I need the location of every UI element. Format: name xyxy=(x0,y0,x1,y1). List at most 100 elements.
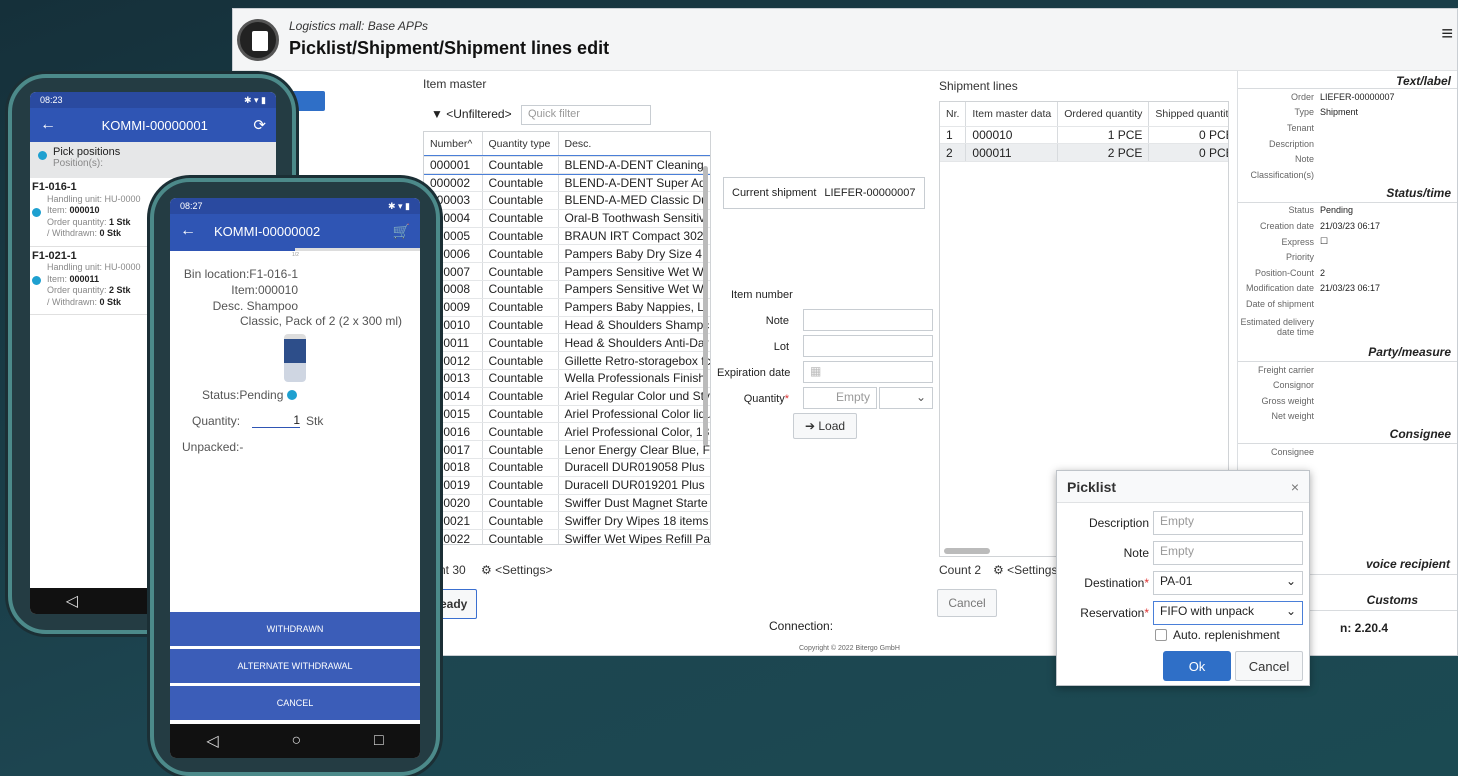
destination-label: Destination* xyxy=(1084,576,1149,590)
back-arrow-icon[interactable]: ← xyxy=(180,222,196,240)
destination-select[interactable]: PA-01 ⌄ xyxy=(1153,571,1303,595)
table-cell: Lenor Energy Clear Blue, F xyxy=(558,440,710,460)
back-nav-icon[interactable]: ◁ xyxy=(206,731,218,751)
back-arrow-icon[interactable]: ← xyxy=(40,116,56,134)
table-row[interactable]: 000014 Countable Ariel Regular Color und S… xyxy=(424,387,710,406)
item-number: Item:000010 xyxy=(231,283,298,297)
table-cell: Pampers Sensitive Wet Wi xyxy=(558,262,710,282)
lot-input[interactable] xyxy=(803,335,933,357)
pick-positions-header[interactable]: Pick positions Position(s): xyxy=(30,142,276,178)
table-row[interactable]: 000013 Countable Wella Professionals Finis… xyxy=(424,369,710,388)
table-row[interactable]: 000020 Countable Swiffer Dust Magnet Start… xyxy=(424,494,710,513)
alternate-withdrawal-button[interactable]: ALTERNATE WITHDRAWAL xyxy=(170,649,420,683)
detail-row: Modification date 21/03/23 06:17 xyxy=(1238,281,1457,297)
ok-button[interactable]: Ok xyxy=(1163,651,1231,681)
cancel-button[interactable]: Cancel xyxy=(937,589,997,617)
column-header-ordered-quantity[interactable]: Ordered quantity xyxy=(1057,102,1150,127)
table-row[interactable]: 000011 Countable Head & Shoulders Anti-Dar xyxy=(424,333,710,353)
auto-replenishment-checkbox[interactable] xyxy=(1155,629,1167,641)
table-row[interactable]: 000016 Countable Ariel Professional Color,… xyxy=(424,422,710,442)
withdrawn-button[interactable]: WITHDRAWN xyxy=(170,612,420,646)
table-row[interactable]: 000010 Countable Head & Shoulders Shampc xyxy=(424,316,710,335)
column-header-number[interactable]: Number^ xyxy=(424,132,483,157)
section-title: Text/label xyxy=(1238,71,1457,89)
back-nav-icon[interactable]: ◁ xyxy=(66,591,78,611)
filter-dropdown[interactable]: ▼ <Unfiltered> xyxy=(431,107,512,121)
column-header-shipped-quantity[interactable]: Shipped quantity xyxy=(1148,102,1228,127)
table-row[interactable]: 20000112 PCE0 PCE xyxy=(940,143,1228,163)
dialog-title: Picklist xyxy=(1067,479,1117,495)
table-cell: 000011 xyxy=(965,143,1059,163)
scrollbar[interactable] xyxy=(703,166,708,446)
table-cell: Pampers Baby Dry Size 4 I xyxy=(558,244,710,264)
order-quantity-row: Order quantity: 1 Stk xyxy=(47,216,131,227)
calendar-icon[interactable]: ▦ xyxy=(810,364,821,378)
table-row[interactable]: 000004 Countable Oral-B Toothwash Sensitiv xyxy=(424,209,710,228)
detail-row: Gross weight xyxy=(1238,393,1457,409)
column-header-quantity-type[interactable]: Quantity type xyxy=(482,132,559,157)
cart-icon[interactable]: 🛒 xyxy=(393,223,410,240)
quantity-input[interactable]: 1 xyxy=(252,410,300,428)
table-row[interactable]: 000005 Countable BRAUN IRT Compact 302( xyxy=(424,227,710,246)
reservation-select[interactable]: FIFO with unpack ⌄ xyxy=(1153,601,1303,625)
detail-value: 21/03/23 06:17 xyxy=(1320,220,1381,231)
column-header-desc[interactable]: Desc. xyxy=(558,132,710,157)
table-row[interactable]: 000017 Countable Lenor Energy Clear Blue, … xyxy=(424,440,710,460)
table-row[interactable]: 000008 Countable Pampers Sensitive Wet Wi xyxy=(424,280,710,299)
column-header-nr[interactable]: Nr. xyxy=(940,102,967,127)
table-row[interactable]: 000003 Countable BLEND-A-MED Classic Du xyxy=(424,191,710,210)
hamburger-menu-icon[interactable]: ≡ xyxy=(1441,23,1453,46)
unit-select[interactable]: ⌄ xyxy=(879,387,933,409)
table-row[interactable]: 000018 Countable Duracell DUR019058 Plus xyxy=(424,458,710,477)
horizontal-scrollbar[interactable] xyxy=(944,548,990,554)
table-row[interactable]: 10000101 PCE0 PCE xyxy=(940,126,1228,145)
table-row[interactable]: 000007 Countable Pampers Sensitive Wet Wi xyxy=(424,262,710,282)
close-icon[interactable]: × xyxy=(1291,479,1299,495)
status-bar: 08:23 ✱ ▾ ▮ xyxy=(30,92,276,108)
cancel-button[interactable]: CANCEL xyxy=(170,686,420,720)
table-row[interactable]: 000006 Countable Pampers Baby Dry Size 4 I xyxy=(424,244,710,264)
table-cell: Countable xyxy=(482,458,559,477)
description: Desc. Shampoo xyxy=(212,299,298,313)
arrow-right-icon: ➔ xyxy=(804,419,819,433)
description-input[interactable]: Empty xyxy=(1153,511,1303,535)
home-nav-icon[interactable]: ○ xyxy=(291,732,301,750)
note-input[interactable] xyxy=(803,309,933,331)
table-cell: Pampers Sensitive Wet Wi xyxy=(558,280,710,299)
table-row[interactable]: 000001 Countable BLEND-A-DENT Cleaning xyxy=(424,155,710,175)
table-row[interactable]: 000012 Countable Gillette Retro-storagebox… xyxy=(424,351,710,371)
reservation-label: Reservation* xyxy=(1080,606,1149,620)
recent-nav-icon[interactable]: □ xyxy=(374,732,384,750)
table-row[interactable]: 000002 Countable BLEND-A-DENT Super Adl xyxy=(424,173,710,193)
note-input[interactable]: Empty xyxy=(1153,541,1303,565)
table-cell: Countable xyxy=(482,298,559,317)
detail-key: Date of shipment xyxy=(1245,298,1314,309)
table-row[interactable]: 000022 Countable Swiffer Wet Wipes Refill … xyxy=(424,529,710,544)
table-row[interactable]: 000019 Countable Duracell DUR019201 Plus xyxy=(424,476,710,495)
expiration-date-input[interactable]: ▦ xyxy=(803,361,933,383)
table-cell: 2 xyxy=(940,143,967,163)
detail-key: Consignee xyxy=(1270,446,1314,457)
detail-row: Position-Count 2 xyxy=(1238,265,1457,281)
column-header-item-master-data[interactable]: Item master data xyxy=(965,102,1059,127)
quantity-input[interactable]: Empty xyxy=(803,387,877,409)
section-subtitle: Position(s): xyxy=(53,158,104,169)
table-row[interactable]: 000015 Countable Ariel Professional Color … xyxy=(424,405,710,424)
detail-key: Consignor xyxy=(1272,380,1314,391)
quick-filter-input[interactable]: Quick filter xyxy=(521,105,651,125)
table-cell: BLEND-A-DENT Super Adl xyxy=(558,173,710,193)
table-row[interactable]: 000009 Countable Pampers Baby Nappies, L xyxy=(424,298,710,317)
settings-link[interactable]: ⚙ <Settings> xyxy=(481,563,552,577)
status-bar: 08:27 ✱ ▾ ▮ xyxy=(170,198,420,214)
unpacked-label: Unpacked:- xyxy=(182,440,244,454)
detail-key: Classification(s) xyxy=(1250,169,1314,180)
cancel-button[interactable]: Cancel xyxy=(1235,651,1303,681)
table-cell: Ariel Professional Color liqu xyxy=(558,405,710,424)
chevron-down-icon: ⌄ xyxy=(915,390,926,404)
detail-row: Description xyxy=(1238,136,1457,152)
refresh-icon[interactable]: ⟳ xyxy=(253,116,266,134)
table-row[interactable]: 000021 Countable Swiffer Dry Wipes 18 item… xyxy=(424,511,710,531)
ready-button[interactable]: eady xyxy=(437,589,477,619)
shipment-settings-link[interactable]: ⚙ <Settings xyxy=(993,563,1057,577)
load-button[interactable]: ➔ Load xyxy=(793,413,857,439)
